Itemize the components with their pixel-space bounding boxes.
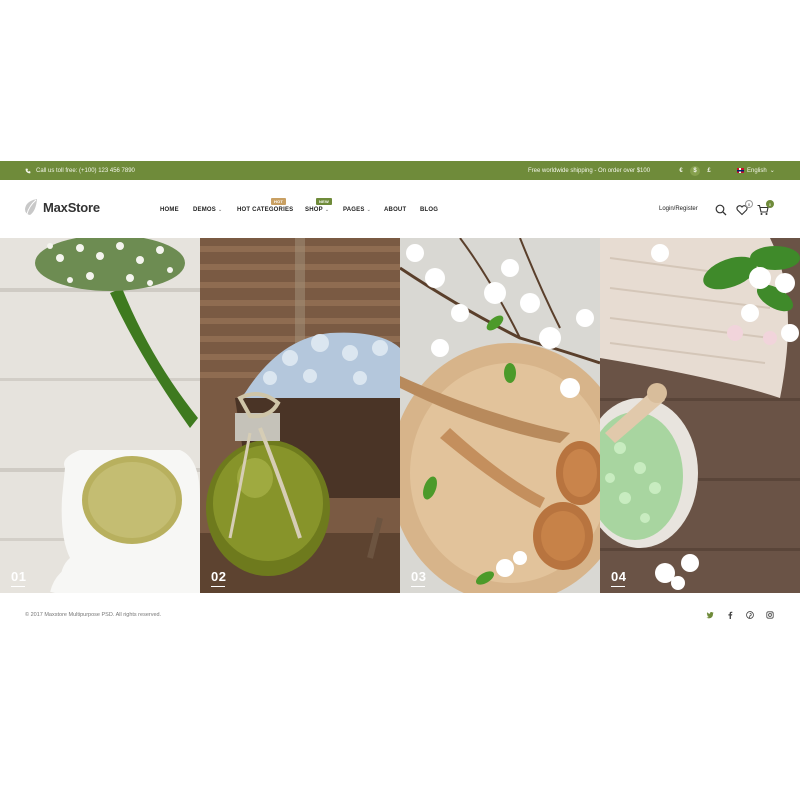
- slide-image-spa-salt-towel: [600, 238, 800, 593]
- currency-pound[interactable]: £: [704, 166, 714, 176]
- slide-panel-04[interactable]: 04: [600, 238, 800, 593]
- slide-image-wooden-spoons: [400, 238, 600, 593]
- social-links: [705, 610, 774, 619]
- hot-badge: HOT: [271, 198, 287, 205]
- top-bar: Call us toll free: (+100) 123 456 7890 F…: [0, 161, 800, 180]
- language-selector[interactable]: English ⌄: [737, 161, 775, 180]
- currency-dollar[interactable]: $: [690, 165, 700, 176]
- nav-about-label: ABOUT: [384, 207, 407, 213]
- search-button[interactable]: [715, 203, 729, 217]
- nav-home-label: HOME: [160, 207, 179, 213]
- slide-image-salt-jar: [200, 238, 400, 593]
- instagram-icon: [765, 610, 774, 619]
- copyright-text: © 2017 Maxstore Multipurpose PSD. All ri…: [25, 612, 162, 618]
- facebook-link[interactable]: [725, 610, 734, 619]
- nav-demos[interactable]: DEMOS ⌄: [193, 207, 237, 213]
- nav-shop-label: SHOP: [305, 207, 323, 213]
- nav-hot-categories-label: HOT CATEGORIES: [237, 207, 294, 213]
- logo-text: MaxStore: [43, 199, 100, 215]
- twitter-link[interactable]: [705, 610, 714, 619]
- nav-hot-categories[interactable]: HOT HOT CATEGORIES: [237, 198, 305, 213]
- phone-text: Call us toll free: (+100) 123 456 7890: [36, 167, 135, 174]
- slide-number: 04: [611, 569, 627, 587]
- phone-info: Call us toll free: (+100) 123 456 7890: [25, 161, 135, 180]
- logo[interactable]: MaxStore: [24, 198, 100, 216]
- nav-home[interactable]: HOME: [160, 207, 193, 213]
- chevron-down-icon: ⌄: [769, 168, 775, 174]
- chevron-down-icon: ⌄: [324, 207, 330, 213]
- nav-blog-label: BLOG: [420, 207, 439, 213]
- cart-button[interactable]: 0: [757, 200, 774, 217]
- slide-panel-01[interactable]: 01: [0, 238, 200, 593]
- slide-image-oil-pitcher: [0, 238, 200, 593]
- wishlist-count: 0: [745, 200, 753, 208]
- nav-blog[interactable]: BLOG: [420, 207, 450, 213]
- language-label: English: [747, 167, 767, 174]
- leaf-logo-icon: [25, 199, 37, 215]
- shipping-notice: Free worldwide shipping - On order over …: [528, 167, 651, 174]
- main-nav: HOME DEMOS ⌄ HOT HOT CATEGORIES NEW SHOP…: [160, 198, 450, 213]
- login-register-link[interactable]: Login/Register: [659, 206, 698, 212]
- nav-shop[interactable]: NEW SHOP ⌄: [305, 198, 343, 213]
- twitter-icon: [705, 611, 714, 618]
- phone-icon: [25, 168, 31, 173]
- hero-panels: 01 02 03 04: [0, 238, 800, 593]
- slide-number: 03: [411, 569, 427, 587]
- cart-count: 0: [766, 200, 774, 208]
- nav-about[interactable]: ABOUT: [384, 207, 420, 213]
- chevron-down-icon: ⌄: [366, 207, 371, 213]
- wishlist-button[interactable]: 0: [736, 200, 753, 217]
- slide-panel-03[interactable]: 03: [400, 238, 600, 593]
- instagram-link[interactable]: [765, 610, 774, 619]
- slide-panel-02[interactable]: 02: [200, 238, 400, 593]
- chevron-down-icon: ⌄: [218, 207, 223, 213]
- nav-pages-label: PAGES: [343, 207, 365, 213]
- slide-number: 01: [11, 569, 27, 587]
- currency-euro[interactable]: €: [676, 166, 686, 176]
- nav-pages[interactable]: PAGES ⌄: [343, 207, 384, 213]
- pinterest-link[interactable]: [745, 610, 754, 619]
- slide-number: 02: [211, 569, 227, 587]
- uk-flag-icon: [737, 168, 744, 173]
- search-icon: [715, 204, 727, 216]
- facebook-icon: [727, 611, 732, 619]
- nav-demos-label: DEMOS: [193, 207, 217, 213]
- pinterest-icon: [745, 610, 754, 619]
- currency-switcher[interactable]: € $ £: [676, 161, 714, 180]
- new-badge: NEW: [316, 198, 332, 205]
